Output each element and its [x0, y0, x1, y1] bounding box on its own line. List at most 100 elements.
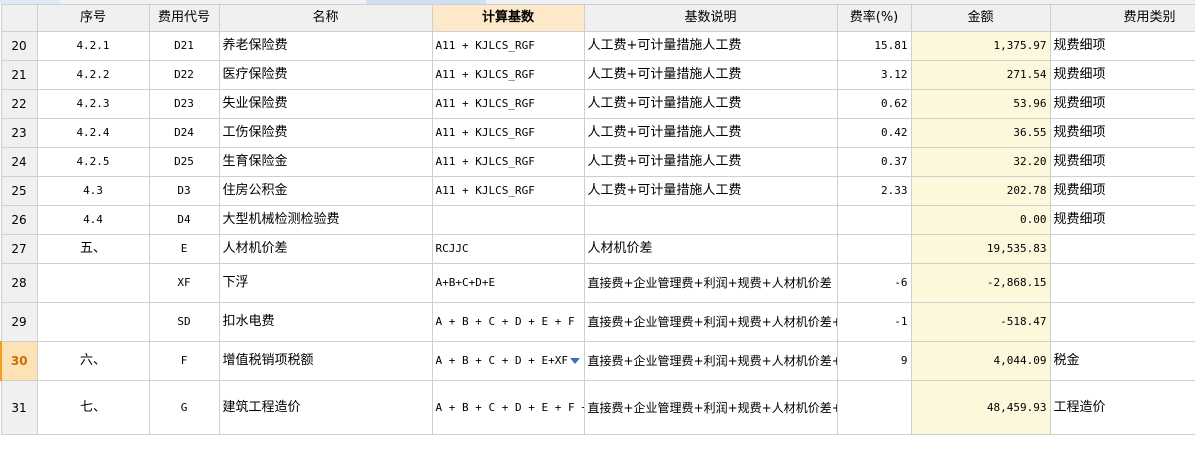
- cell-seq[interactable]: [36, 263, 150, 303]
- cell-desc[interactable]: 人材机价差: [583, 234, 838, 264]
- cell-type[interactable]: 税金: [1049, 341, 1195, 381]
- row-number[interactable]: 28: [0, 263, 38, 303]
- cell-seq[interactable]: 4.2.5: [36, 147, 150, 177]
- cell-code[interactable]: XF: [148, 263, 220, 303]
- cell-code[interactable]: D3: [148, 176, 220, 206]
- cell-code[interactable]: F: [148, 341, 220, 381]
- table-row[interactable]: 22 4.2.3 D23 失业保险费 A11 + KJLCS_RGF 人工费+可…: [0, 89, 1195, 119]
- cell-desc[interactable]: 人工费+可计量措施人工费: [583, 60, 838, 90]
- row-number[interactable]: 27: [0, 234, 38, 264]
- cell-desc[interactable]: 人工费+可计量措施人工费: [583, 147, 838, 177]
- row-number[interactable]: 24: [0, 147, 38, 177]
- cell-name[interactable]: 住房公积金: [218, 176, 433, 206]
- cell-base[interactable]: RCJJC: [431, 234, 585, 264]
- cell-rate[interactable]: -1: [836, 302, 912, 342]
- cell-type[interactable]: 规费细项: [1049, 147, 1195, 177]
- cell-desc[interactable]: [583, 205, 838, 235]
- cell-code[interactable]: D4: [148, 205, 220, 235]
- cell-base[interactable]: [431, 205, 585, 235]
- row-number[interactable]: 23: [0, 118, 38, 148]
- cell-rate[interactable]: 9: [836, 341, 912, 381]
- cell-base[interactable]: A11 + KJLCS_RGF: [431, 118, 585, 148]
- header-name[interactable]: 名称: [218, 4, 433, 32]
- row-number[interactable]: 22: [0, 89, 38, 119]
- cell-seq[interactable]: 4.2.1: [36, 31, 150, 61]
- corner-cell[interactable]: [0, 4, 38, 32]
- cell-type[interactable]: 规费细项: [1049, 89, 1195, 119]
- cell-seq[interactable]: 4.2.3: [36, 89, 150, 119]
- cell-seq[interactable]: 七、: [36, 380, 150, 435]
- cell-rate[interactable]: 3.12: [836, 60, 912, 90]
- table-row[interactable]: 31 七、 G 建筑工程造价 A + B + C + D + E + F + X…: [0, 380, 1195, 435]
- cell-type[interactable]: 规费细项: [1049, 31, 1195, 61]
- cell-code[interactable]: G: [148, 380, 220, 435]
- table-row[interactable]: 27 五、 E 人材机价差 RCJJC 人材机价差 19,535.83: [0, 234, 1195, 264]
- cell-code[interactable]: D24: [148, 118, 220, 148]
- cell-rate[interactable]: [836, 380, 912, 435]
- cell-amount[interactable]: 48,459.93: [910, 380, 1051, 435]
- cell-base[interactable]: A11 + KJLCS_RGF: [431, 89, 585, 119]
- cell-seq[interactable]: 4.2.4: [36, 118, 150, 148]
- row-number[interactable]: 26: [0, 205, 38, 235]
- cell-base[interactable]: A+B+C+D+E: [431, 263, 585, 303]
- cell-code[interactable]: D21: [148, 31, 220, 61]
- cell-base[interactable]: A + B + C + D + E + F + XF + SD: [431, 380, 585, 435]
- cell-name[interactable]: 人材机价差: [218, 234, 433, 264]
- cell-amount[interactable]: 271.54: [910, 60, 1051, 90]
- table-row[interactable]: 29 SD 扣水电费 A + B + C + D + E + F 直接费+企业管…: [0, 302, 1195, 342]
- cell-rate[interactable]: [836, 205, 912, 235]
- header-seq[interactable]: 序号: [36, 4, 150, 32]
- cell-base[interactable]: A11 + KJLCS_RGF: [431, 147, 585, 177]
- table-row[interactable]: 20 4.2.1 D21 养老保险费 A11 + KJLCS_RGF 人工费+可…: [0, 31, 1195, 61]
- cell-code[interactable]: E: [148, 234, 220, 264]
- header-base[interactable]: 计算基数: [431, 4, 585, 32]
- cell-amount[interactable]: 19,535.83: [910, 234, 1051, 264]
- row-number[interactable]: 31: [0, 380, 38, 435]
- cell-type[interactable]: [1049, 302, 1195, 342]
- cell-desc[interactable]: 人工费+可计量措施人工费: [583, 31, 838, 61]
- cell-amount[interactable]: 4,044.09: [910, 341, 1051, 381]
- header-code[interactable]: 费用代号: [148, 4, 220, 32]
- cell-base[interactable]: A11 + KJLCS_RGF: [431, 60, 585, 90]
- cell-name[interactable]: 生育保险金: [218, 147, 433, 177]
- row-number[interactable]: 29: [0, 302, 38, 342]
- cell-amount[interactable]: 36.55: [910, 118, 1051, 148]
- header-desc[interactable]: 基数说明: [583, 4, 838, 32]
- dropdown-arrow-icon[interactable]: [569, 358, 580, 364]
- cell-seq[interactable]: 4.4: [36, 205, 150, 235]
- cell-type[interactable]: 规费细项: [1049, 176, 1195, 206]
- table-row[interactable]: 24 4.2.5 D25 生育保险金 A11 + KJLCS_RGF 人工费+可…: [0, 147, 1195, 177]
- cell-rate[interactable]: 0.42: [836, 118, 912, 148]
- cell-base-text[interactable]: A + B + C + D + E+XF: [436, 354, 568, 367]
- cell-rate[interactable]: -6: [836, 263, 912, 303]
- cell-rate[interactable]: 0.37: [836, 147, 912, 177]
- row-number[interactable]: 20: [0, 31, 38, 61]
- cell-name[interactable]: 下浮: [218, 263, 433, 303]
- cell-code[interactable]: D25: [148, 147, 220, 177]
- cell-desc[interactable]: 直接费+企业管理费+利润+规费+人材机价差+增值税销项税额: [583, 302, 838, 342]
- cell-seq[interactable]: 4.2.2: [36, 60, 150, 90]
- cell-base[interactable]: A + B + C + D + E + F: [431, 302, 585, 342]
- row-number[interactable]: 30: [0, 341, 38, 381]
- cell-amount[interactable]: -518.47: [910, 302, 1051, 342]
- row-number[interactable]: 25: [0, 176, 38, 206]
- row-number[interactable]: 21: [0, 60, 38, 90]
- cell-seq[interactable]: 五、: [36, 234, 150, 264]
- cell-desc[interactable]: 直接费+企业管理费+利润+规费+人材机价差+下浮: [583, 341, 838, 381]
- cell-desc[interactable]: 直接费+企业管理费+利润+规费+人材机价差: [583, 263, 838, 303]
- header-type[interactable]: 费用类别: [1049, 4, 1195, 32]
- cell-name[interactable]: 失业保险费: [218, 89, 433, 119]
- cell-seq[interactable]: 六、: [36, 341, 150, 381]
- cell-type[interactable]: 规费细项: [1049, 205, 1195, 235]
- header-amount[interactable]: 金额: [910, 4, 1051, 32]
- cell-code[interactable]: SD: [148, 302, 220, 342]
- table-row-active[interactable]: 30 六、 F 增值税销项税额 A + B + C + D + E+XF 直接费…: [0, 341, 1195, 381]
- cell-amount[interactable]: 202.78: [910, 176, 1051, 206]
- table-row[interactable]: 21 4.2.2 D22 医疗保险费 A11 + KJLCS_RGF 人工费+可…: [0, 60, 1195, 90]
- cell-type[interactable]: 工程造价: [1049, 380, 1195, 435]
- cell-base[interactable]: A11 + KJLCS_RGF: [431, 31, 585, 61]
- table-row[interactable]: 28 XF 下浮 A+B+C+D+E 直接费+企业管理费+利润+规费+人材机价差…: [0, 263, 1195, 303]
- cell-type[interactable]: 规费细项: [1049, 60, 1195, 90]
- cell-seq[interactable]: [36, 302, 150, 342]
- table-row[interactable]: 25 4.3 D3 住房公积金 A11 + KJLCS_RGF 人工费+可计量措…: [0, 176, 1195, 206]
